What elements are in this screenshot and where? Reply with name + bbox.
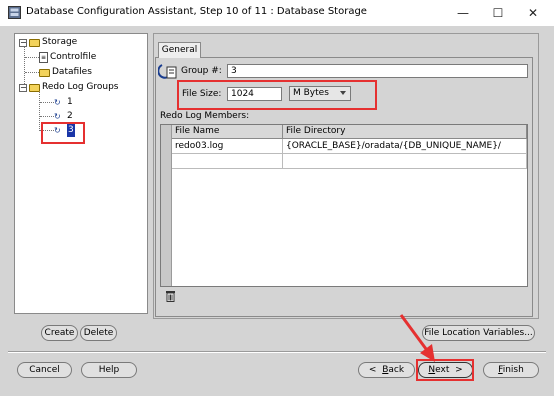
- back-label: ack: [388, 365, 405, 375]
- maximize-button[interactable]: ☐: [486, 4, 510, 22]
- separator: [8, 352, 546, 353]
- collapse-icon[interactable]: −: [19, 83, 27, 92]
- table-cell-file-name[interactable]: [172, 154, 283, 169]
- tree-item-storage[interactable]: − Storage: [19, 36, 77, 49]
- window-title: Database Configuration Assistant, Step 1…: [26, 6, 367, 17]
- tree-item-datafiles[interactable]: Datafiles: [39, 66, 92, 79]
- tree-item-label: Datafiles: [52, 67, 92, 77]
- table-cell-file-directory[interactable]: [283, 154, 527, 169]
- finish-button[interactable]: Finish: [483, 362, 539, 378]
- trash-icon[interactable]: [165, 290, 176, 302]
- folder-icon: [39, 68, 50, 77]
- table-cell-file-name[interactable]: redo03.log: [172, 139, 283, 154]
- tree-item-label: Redo Log Groups: [42, 82, 119, 92]
- log-group-icon: ↻: [54, 111, 61, 121]
- folder-icon: [29, 83, 40, 92]
- column-header-file-name[interactable]: File Name: [172, 125, 283, 139]
- storage-tree[interactable]: − Storage ≡ Controlfile Datafiles − Redo…: [14, 33, 148, 314]
- folder-icon: [29, 38, 40, 47]
- minimize-button[interactable]: —: [451, 4, 475, 22]
- file-icon: ≡: [39, 52, 48, 63]
- highlight-box-tree: [41, 122, 85, 144]
- group-number-field[interactable]: 3: [227, 64, 528, 78]
- cancel-button[interactable]: Cancel: [17, 362, 72, 378]
- tree-item-redo-log-groups[interactable]: − Redo Log Groups: [19, 81, 119, 94]
- app-icon: [8, 6, 21, 19]
- redo-log-members-label: Redo Log Members:: [160, 111, 250, 121]
- redo-log-members-table[interactable]: File Name File Directory redo03.log {ORA…: [160, 124, 528, 287]
- collapse-icon[interactable]: −: [19, 38, 27, 47]
- tree-item-controlfile[interactable]: ≡ Controlfile: [39, 51, 96, 64]
- table-cell-file-directory[interactable]: {ORACLE_BASE}/oradata/{DB_UNIQUE_NAME}/: [283, 139, 527, 154]
- log-group-icon: ↻: [54, 97, 61, 107]
- column-header-file-directory[interactable]: File Directory: [283, 125, 527, 139]
- redo-log-group-icon: [158, 64, 177, 79]
- finish-label: inish: [502, 365, 524, 375]
- tree-item-group-1[interactable]: ↻ 1: [54, 96, 73, 109]
- tab-general[interactable]: General: [158, 42, 201, 58]
- highlight-box-file-size: [177, 80, 377, 110]
- table-row-header-gutter: [161, 125, 172, 286]
- back-arrow-icon: <: [368, 365, 377, 375]
- annotation-arrow: [399, 314, 435, 362]
- tree-item-label: Controlfile: [50, 52, 97, 62]
- tree-item-label: 1: [67, 97, 73, 107]
- tree-item-label: Storage: [42, 37, 78, 47]
- delete-button[interactable]: Delete: [80, 325, 117, 341]
- title-bar: Database Configuration Assistant, Step 1…: [0, 0, 554, 26]
- close-button[interactable]: ✕: [521, 4, 545, 22]
- help-button[interactable]: Help: [81, 362, 137, 378]
- create-button[interactable]: Create: [41, 325, 78, 341]
- group-number-label: Group #:: [181, 66, 222, 76]
